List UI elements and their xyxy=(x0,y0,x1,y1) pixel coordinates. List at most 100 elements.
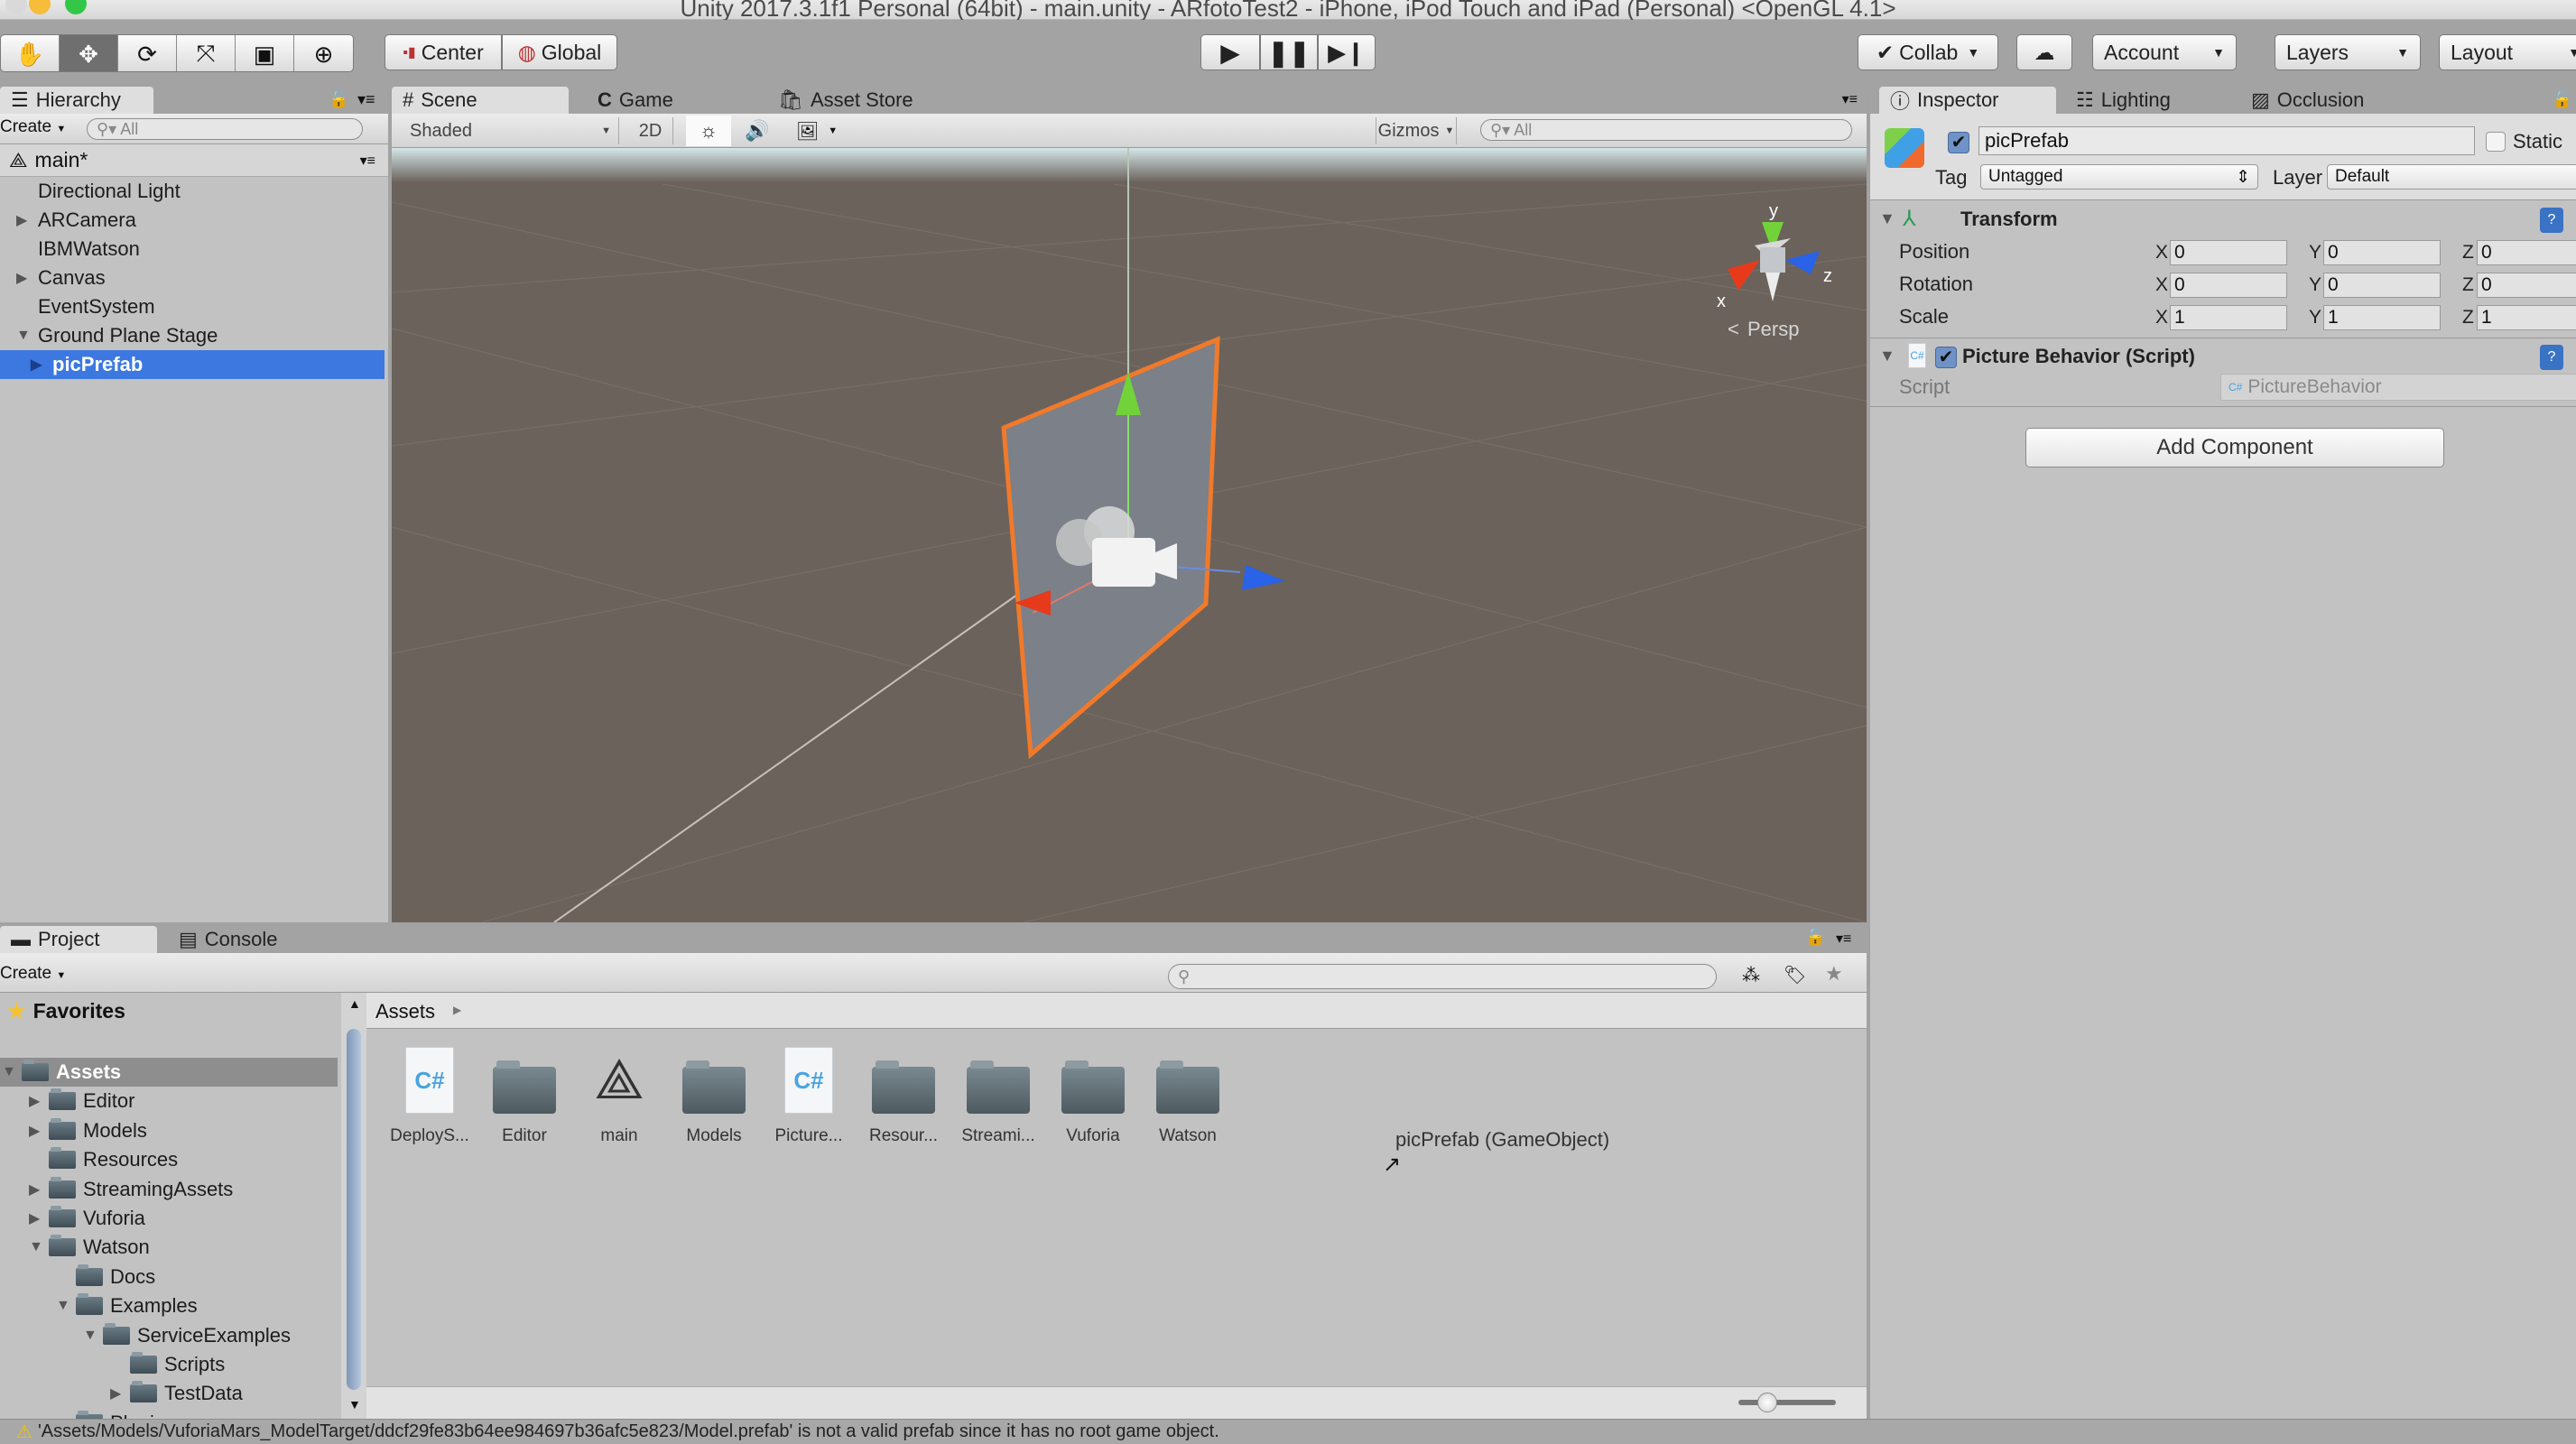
hierarchy-item[interactable]: ▶ Canvas xyxy=(0,264,385,292)
gizmos-dropdown[interactable]: Gizmos ▼ xyxy=(1376,117,1457,144)
scrollbar-thumb[interactable] xyxy=(347,1029,361,1390)
expanded-arrow-icon[interactable]: ▼ xyxy=(56,1298,72,1314)
hierarchy-create-dropdown[interactable]: Create ▼ xyxy=(0,117,66,137)
static-checkbox[interactable] xyxy=(2486,132,2506,152)
panel-menu-icon[interactable]: ▾≡ xyxy=(1836,930,1851,948)
cloud-button[interactable]: ☁ xyxy=(2016,34,2072,70)
collapsed-arrow-icon[interactable]: ▶ xyxy=(16,211,32,229)
project-tree-scrollbar[interactable]: ▲ ▼ xyxy=(341,993,366,1419)
project-folder-item[interactable]: Resources xyxy=(0,1145,338,1174)
object-name-input[interactable]: picPrefab xyxy=(1978,126,2475,155)
transform-position-z-input[interactable]: 0 xyxy=(2477,240,2576,265)
lock-icon[interactable]: 🔓 xyxy=(2553,90,2572,109)
asset-item[interactable]: ⟁ main xyxy=(574,1047,664,1146)
collab-dropdown[interactable]: ✔ Collab ▼ xyxy=(1858,34,1998,70)
collapsed-arrow-icon[interactable]: ▶ xyxy=(29,1092,45,1110)
gizmo-neg-y-cone[interactable] xyxy=(1765,273,1780,301)
step-button[interactable]: ▶❙ xyxy=(1318,34,1376,70)
scene-search-input[interactable]: ⚲▾ All xyxy=(1480,119,1852,141)
axis-label-x[interactable]: X xyxy=(2155,242,2168,264)
help-book-icon[interactable]: ? xyxy=(2540,345,2563,370)
hierarchy-search-input[interactable]: ⚲▾ All xyxy=(87,118,363,140)
gizmo-center-cube[interactable] xyxy=(1760,247,1785,273)
project-folder-item[interactable]: ▼ ServiceExamples xyxy=(0,1321,338,1350)
collapse-arrow-icon[interactable]: ▼ xyxy=(1879,347,1895,366)
transform-tool-button[interactable]: ⊕ xyxy=(294,35,353,71)
panel-menu-icon[interactable]: ▾≡ xyxy=(1842,90,1858,108)
project-folder-item[interactable]: ▶ Editor xyxy=(0,1087,338,1115)
collapsed-arrow-icon[interactable]: ▶ xyxy=(16,269,32,287)
tab-hierarchy[interactable]: ☰ Hierarchy xyxy=(0,87,153,114)
favorites-row[interactable]: ★ Favorites xyxy=(0,993,125,1029)
tab-console[interactable]: ▤ Console xyxy=(168,926,289,953)
icon-size-slider-track[interactable] xyxy=(1738,1400,1836,1405)
help-book-icon[interactable]: ? xyxy=(2540,208,2563,233)
scroll-down-icon[interactable]: ▼ xyxy=(348,1397,361,1412)
transform-header[interactable]: ▼ ⅄ Transform ? xyxy=(1870,202,2576,238)
asset-item[interactable]: Streami... xyxy=(953,1047,1043,1146)
status-bar[interactable]: ⚠ 'Assets/Models/VuforiaMars_ModelTarget… xyxy=(0,1419,2576,1444)
transform-rotation-z-input[interactable]: 0 xyxy=(2477,273,2576,298)
project-create-dropdown[interactable]: Create ▼ xyxy=(0,964,66,984)
move-z-handle[interactable] xyxy=(1242,565,1285,590)
hierarchy-item[interactable]: IBMWatson xyxy=(0,235,385,264)
project-folder-item[interactable]: ▶ TestData xyxy=(0,1379,338,1408)
hand-tool-button[interactable]: ✋ xyxy=(1,35,60,71)
collapsed-arrow-icon[interactable]: ▶ xyxy=(31,356,47,374)
scene-audio-toggle[interactable]: 🔊 xyxy=(737,117,778,144)
axis-label-y[interactable]: Y xyxy=(2309,242,2321,264)
hierarchy-item[interactable]: ▼ Ground Plane Stage xyxy=(0,321,385,350)
project-folder-item[interactable]: ▼ Examples xyxy=(0,1291,338,1320)
transform-scale-x-input[interactable]: 1 xyxy=(2170,305,2287,330)
transform-scale-y-input[interactable]: 1 xyxy=(2323,305,2441,330)
layers-dropdown[interactable]: Layers ▼ xyxy=(2275,34,2421,70)
global-space-button[interactable]: ◍ Global xyxy=(502,34,617,70)
axis-label-z[interactable]: Z xyxy=(2462,274,2474,296)
filter-by-label-icon[interactable]: 🏷 xyxy=(1784,964,1806,986)
account-dropdown[interactable]: Account ▼ xyxy=(2092,34,2237,70)
axis-label-x[interactable]: X xyxy=(2155,307,2168,329)
project-folder-item[interactable]: ▶ Vuforia xyxy=(0,1204,338,1233)
toggle-2d-button[interactable]: 2D xyxy=(628,117,673,144)
project-folder-item[interactable]: ▶ Models xyxy=(0,1116,338,1145)
transform-rotation-y-input[interactable]: 0 xyxy=(2323,273,2441,298)
asset-item[interactable]: Models xyxy=(669,1047,759,1146)
project-folder-item[interactable]: Docs xyxy=(0,1263,338,1291)
script-enabled-checkbox[interactable]: ✔ xyxy=(1935,347,1957,368)
shading-mode-dropdown[interactable]: Shaded ▼ xyxy=(403,117,619,144)
hierarchy-item[interactable]: ▶ ARCamera xyxy=(0,206,385,235)
transform-scale-z-input[interactable]: 1 xyxy=(2477,305,2576,330)
expanded-arrow-icon[interactable]: ▼ xyxy=(2,1064,18,1080)
panel-menu-icon[interactable]: ▾≡ xyxy=(357,90,375,109)
tab-inspector[interactable]: ⓘ Inspector xyxy=(1879,87,2056,114)
scene-lighting-toggle[interactable]: ☼ xyxy=(686,116,731,146)
asset-item[interactable]: Vuforia xyxy=(1048,1047,1138,1146)
asset-item[interactable]: C# Picture... xyxy=(764,1047,854,1146)
transform-position-x-input[interactable]: 0 xyxy=(2170,240,2287,265)
project-folder-item[interactable]: ▶ StreamingAssets xyxy=(0,1175,338,1204)
active-checkbox[interactable]: ✔ xyxy=(1948,132,1969,153)
scene-effects-dropdown[interactable]: 🖼 ▼ xyxy=(785,117,848,144)
axis-label-z[interactable]: Z xyxy=(2462,242,2474,264)
project-search-input[interactable]: ⚲ xyxy=(1168,964,1717,989)
project-folder-item[interactable]: ▼ Assets xyxy=(0,1058,338,1087)
pivot-center-button[interactable]: ▪▮ Center xyxy=(385,34,502,70)
expanded-arrow-icon[interactable]: ▼ xyxy=(29,1239,45,1255)
axis-label-y[interactable]: Y xyxy=(2309,307,2321,329)
axis-label-y[interactable]: Y xyxy=(2309,274,2321,296)
scene-header-row[interactable]: ⟁ main* ▾≡ xyxy=(0,144,388,177)
axis-label-z[interactable]: Z xyxy=(2462,307,2474,329)
tab-scene[interactable]: # Scene xyxy=(392,87,569,114)
asset-item[interactable]: Resour... xyxy=(858,1047,949,1146)
gizmo-z-cone[interactable] xyxy=(1785,251,1820,274)
favorite-star-icon[interactable]: ★ xyxy=(1825,962,1843,986)
gizmo-x-cone[interactable] xyxy=(1728,260,1760,291)
collapsed-arrow-icon[interactable]: ▶ xyxy=(29,1122,45,1140)
tab-asset-store[interactable]: 🛍 Asset Store xyxy=(767,87,924,114)
icon-size-slider-knob[interactable] xyxy=(1757,1393,1778,1412)
tab-lighting[interactable]: ☷ Lighting xyxy=(2065,87,2182,114)
move-tool-button[interactable]: ✥ xyxy=(60,35,118,71)
lock-icon[interactable]: 🔓 xyxy=(1805,928,1825,947)
play-button[interactable]: ▶ xyxy=(1200,34,1260,70)
asset-item[interactable]: Watson xyxy=(1143,1047,1233,1146)
